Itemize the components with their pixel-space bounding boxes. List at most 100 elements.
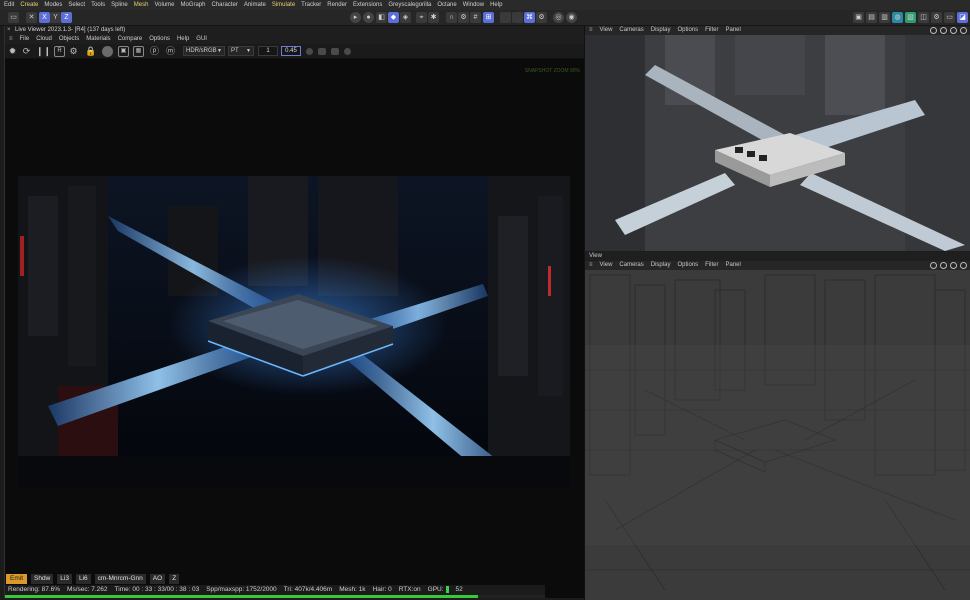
octane-icon[interactable]: ◍ (892, 12, 903, 23)
picture-viewer-icon[interactable]: ▣ (853, 12, 864, 23)
grid-icon[interactable]: # (470, 12, 481, 23)
render-pass-tag[interactable]: Emit (6, 574, 27, 584)
lv-menu-options[interactable]: Options (149, 35, 170, 44)
lv-menu-file[interactable]: File (20, 35, 30, 44)
render-pass-tag[interactable]: Shdw (31, 574, 54, 584)
viewport-menu-panel[interactable]: Panel (725, 261, 740, 270)
pan-icon[interactable] (930, 27, 937, 34)
rotate-icon[interactable] (950, 262, 957, 269)
magnet-icon[interactable]: ∩ (446, 12, 457, 23)
lock-icon[interactable]: 🔒 (85, 46, 96, 57)
viewport-menu-options[interactable]: Options (677, 261, 698, 270)
lv-menu-objects[interactable]: Objects (59, 35, 79, 44)
axis-x-button[interactable]: X (39, 12, 50, 23)
material-pick-icon[interactable]: ⓜ (165, 46, 176, 57)
hamburger-icon[interactable]: ≡ (589, 261, 593, 270)
viewport-menu-view[interactable]: View (600, 26, 613, 35)
close-icon[interactable]: × (7, 26, 11, 35)
viewport-menu-filter[interactable]: Filter (705, 261, 718, 270)
pause-icon[interactable]: ❙❙ (36, 46, 51, 57)
window-icon[interactable]: ▭ (944, 12, 955, 23)
menu-animate[interactable]: Animate (244, 2, 266, 8)
menu-window[interactable]: Window (463, 2, 484, 8)
gear-icon[interactable]: ⚙ (931, 12, 942, 23)
gear-icon[interactable]: ⚙ (458, 12, 469, 23)
camera-icon[interactable] (331, 48, 339, 55)
settings-icon[interactable]: ✱ (428, 12, 439, 23)
menu-modes[interactable]: Modes (44, 2, 62, 8)
viewport-menu-cameras[interactable]: Cameras (619, 261, 643, 270)
gear-icon[interactable]: ⚙ (536, 12, 547, 23)
menu-extensions[interactable]: Extensions (353, 2, 382, 8)
preview-icon[interactable] (306, 48, 313, 55)
render-pass-tag[interactable]: Li6 (75, 574, 91, 584)
color-space-select[interactable]: HDR/sRGB ▼ (183, 46, 225, 56)
menu-mesh[interactable]: Mesh (134, 2, 149, 8)
snap-icon[interactable]: ⌖ (416, 12, 427, 23)
menu-spline[interactable]: Spline (111, 2, 128, 8)
axis-y-button[interactable]: Y (50, 12, 61, 23)
menu-volume[interactable]: Volume (154, 2, 174, 8)
menu-select[interactable]: Select (68, 2, 85, 8)
menu-tools[interactable]: Tools (91, 2, 105, 8)
menu-create[interactable]: Create (20, 2, 38, 8)
render-pass-tag[interactable]: cm-Mnrcm-Gnn (94, 574, 146, 584)
camera-icon[interactable]: ◫ (918, 12, 929, 23)
hamburger-icon[interactable]: ≡ (589, 26, 593, 35)
lv-menu-gui[interactable]: GUI (196, 35, 207, 44)
object-mode-icon[interactable]: ◆ (388, 12, 399, 23)
layout-manager-icon[interactable]: ◪ (957, 12, 968, 23)
param-field-a[interactable]: 1 (258, 46, 278, 56)
menu-octane[interactable]: Octane (437, 2, 456, 8)
hamburger-icon[interactable]: ≡ (9, 35, 13, 44)
record-icon[interactable]: ● (363, 12, 374, 23)
viewport-perspective[interactable]: ≡ View Cameras Display Options Filter Panel (584, 26, 970, 251)
menu-edit[interactable]: Edit (4, 2, 14, 8)
close-x-icon[interactable]: ✕ (26, 12, 37, 23)
viewport-menu-view[interactable]: View (600, 261, 613, 270)
pin-icon[interactable] (344, 48, 351, 55)
viewport-menu-cameras[interactable]: Cameras (619, 26, 643, 35)
viewport-menu-panel[interactable]: Panel (725, 26, 740, 35)
move-icon[interactable] (940, 27, 947, 34)
viewport-menu-display[interactable]: Display (651, 26, 671, 35)
menu-simulate[interactable]: Simulate (272, 2, 295, 8)
layout-icon[interactable]: ▭ (8, 12, 19, 23)
render-pass-tag[interactable]: Li3 (57, 574, 72, 584)
menu-render[interactable]: Render (327, 2, 347, 8)
lv-menu-compare[interactable]: Compare (118, 35, 143, 44)
plugin-icon[interactable]: ◎ (553, 12, 564, 23)
menu-tracker[interactable]: Tracker (301, 2, 321, 8)
workplane-icon[interactable]: ⊞ (483, 12, 494, 23)
settings-icon[interactable]: ⚙ (68, 46, 79, 57)
gear-icon[interactable]: ✹ (7, 46, 18, 57)
render-pass-tag[interactable]: AO (149, 574, 166, 584)
move-icon[interactable] (940, 262, 947, 269)
kernel-select[interactable]: PT ▼ (228, 46, 254, 56)
viewport-menu-options[interactable]: Options (677, 26, 698, 35)
axis-z-button[interactable]: Z (61, 12, 72, 23)
rotate-icon[interactable] (950, 27, 957, 34)
region-icon[interactable]: ▦ (133, 46, 144, 57)
redshift-icon[interactable]: ▧ (905, 12, 916, 23)
lv-menu-materials[interactable]: Materials (86, 35, 110, 44)
help-icon[interactable]: ◉ (566, 12, 577, 23)
viewport-menu-filter[interactable]: Filter (705, 26, 718, 35)
maximize-icon[interactable] (960, 27, 967, 34)
pick-icon[interactable]: ⓟ (149, 46, 160, 57)
refresh-icon[interactable]: ⟳ (21, 46, 32, 57)
maximize-icon[interactable] (960, 262, 967, 269)
cube-icon[interactable]: ◧ (376, 12, 387, 23)
lv-menu-help[interactable]: Help (177, 35, 189, 44)
save-icon[interactable]: ▣ (118, 46, 129, 57)
render-pass-tag[interactable]: Z (169, 574, 180, 584)
edge-mode-icon[interactable]: ◈ (400, 12, 411, 23)
menu-greyscalegorilla[interactable]: Greyscalegorilla (388, 2, 431, 8)
menu-help[interactable]: Help (490, 2, 502, 8)
clay-icon[interactable] (318, 48, 326, 55)
menu-mograph[interactable]: MoGraph (180, 2, 205, 8)
render-settings-icon[interactable]: ▤ (866, 12, 877, 23)
restart-icon[interactable]: R (54, 46, 65, 57)
viewport-wireframe[interactable]: View ≡ View Cameras Display Options Filter Pa… (584, 252, 970, 600)
python-icon[interactable]: ⌘ (524, 12, 535, 23)
